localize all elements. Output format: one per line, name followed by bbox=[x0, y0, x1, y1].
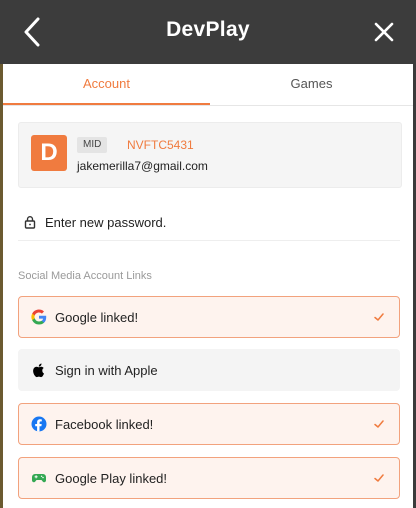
google-play-games-icon bbox=[31, 470, 47, 486]
account-email: jakemerilla7@gmail.com bbox=[77, 159, 208, 173]
active-tab-indicator bbox=[3, 103, 210, 105]
apple-link-row[interactable]: Sign in with Apple bbox=[18, 349, 400, 391]
mid-badge: MID bbox=[77, 137, 108, 153]
tab-games[interactable]: Games bbox=[210, 64, 413, 105]
google-play-link-label: Google Play linked! bbox=[55, 470, 168, 486]
close-button[interactable] bbox=[366, 14, 402, 50]
apple-link-label: Sign in with Apple bbox=[55, 362, 158, 378]
avatar-letter: D bbox=[40, 139, 58, 166]
google-icon bbox=[31, 309, 47, 325]
social-section-title: Social Media Account Links bbox=[18, 270, 152, 282]
apple-icon bbox=[31, 362, 47, 378]
google-link-label: Google linked! bbox=[55, 309, 139, 325]
facebook-link-label: Facebook linked! bbox=[55, 416, 154, 432]
google-link-row[interactable]: Google linked! bbox=[18, 296, 400, 338]
avatar: D bbox=[31, 135, 67, 171]
account-info-card: D MID NVFTC5431 jakemerilla7@gmail.com bbox=[18, 122, 402, 188]
password-placeholder: Enter new password. bbox=[45, 214, 167, 230]
header-bar: DevPlay bbox=[0, 0, 416, 64]
facebook-icon bbox=[31, 416, 47, 432]
tab-account[interactable]: Account bbox=[3, 64, 210, 105]
mid-value: NVFTC5431 bbox=[127, 138, 194, 152]
lock-icon bbox=[24, 216, 36, 229]
page-title: DevPlay bbox=[166, 18, 250, 41]
check-icon bbox=[374, 474, 384, 482]
google-play-link-row[interactable]: Google Play linked! bbox=[18, 457, 400, 499]
account-panel: Account Games D MID NVFTC5431 jakemerill… bbox=[3, 64, 413, 508]
tab-bar: Account Games bbox=[3, 64, 413, 106]
check-icon bbox=[374, 420, 384, 428]
close-icon bbox=[374, 22, 394, 42]
check-icon bbox=[374, 313, 384, 321]
facebook-link-row[interactable]: Facebook linked! bbox=[18, 403, 400, 445]
change-password-field[interactable]: Enter new password. bbox=[18, 204, 400, 241]
